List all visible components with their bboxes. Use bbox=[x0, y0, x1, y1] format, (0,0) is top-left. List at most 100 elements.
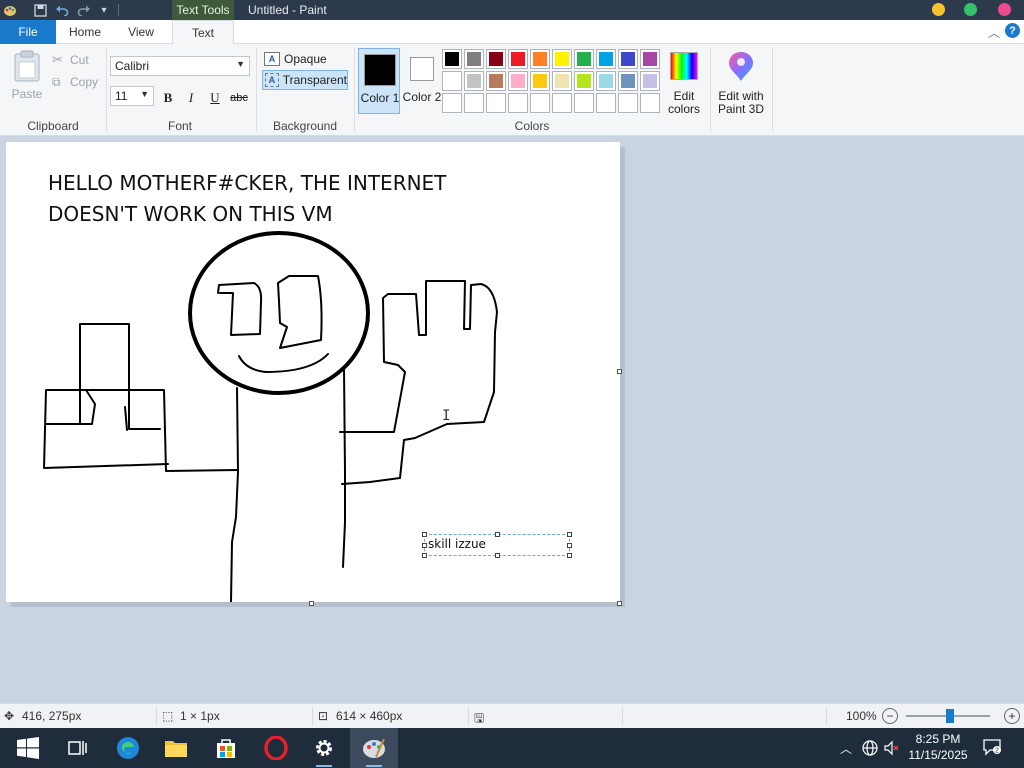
palette-swatch[interactable] bbox=[596, 71, 616, 91]
body-right bbox=[342, 367, 346, 568]
resize-handle-w[interactable] bbox=[422, 543, 427, 548]
palette-swatch[interactable] bbox=[486, 49, 506, 69]
font-size-select[interactable]: 11 ▼ bbox=[110, 86, 154, 106]
taskbar: ︿ 8:25 PM 11/15/2025 2 bbox=[0, 728, 1024, 768]
redo-icon[interactable] bbox=[76, 2, 92, 18]
canvas-resize-handle-corner[interactable] bbox=[617, 601, 622, 606]
palette-swatch[interactable] bbox=[618, 93, 638, 113]
show-hidden-icons-chevron[interactable]: ︿ bbox=[840, 740, 852, 757]
paint-app[interactable] bbox=[350, 728, 398, 768]
maximize-button[interactable] bbox=[964, 3, 977, 16]
network-globe-icon[interactable] bbox=[862, 740, 878, 759]
canvas-resize-handle-right[interactable] bbox=[617, 369, 622, 374]
clock-time: 8:25 PM bbox=[915, 732, 961, 746]
opaque-button[interactable]: A Opaque bbox=[262, 49, 348, 69]
edit-with-paint3d-button[interactable]: Edit with Paint 3D bbox=[714, 48, 768, 116]
start-button[interactable] bbox=[4, 728, 52, 768]
tab-text[interactable]: Text bbox=[172, 20, 234, 45]
system-clock[interactable]: 8:25 PM 11/15/2025 bbox=[906, 731, 970, 763]
edit-colors-button[interactable]: Edit colors bbox=[664, 48, 704, 116]
palette-swatch[interactable] bbox=[552, 71, 572, 91]
palette-swatch[interactable] bbox=[486, 71, 506, 91]
tab-file[interactable]: File bbox=[0, 20, 56, 44]
canvas-resize-handle-bottom[interactable] bbox=[309, 601, 314, 606]
drawing-canvas[interactable]: HELLO MOTHERF#CKER, THE INTERNET DOESN'T… bbox=[6, 142, 620, 602]
palette-swatch[interactable] bbox=[464, 71, 484, 91]
color1-button[interactable]: Color 1 bbox=[358, 48, 400, 114]
active-text-box[interactable]: skill izzue bbox=[422, 532, 572, 558]
palette-swatch[interactable] bbox=[442, 49, 462, 69]
resize-handle-se[interactable] bbox=[567, 553, 572, 558]
palette-swatch[interactable] bbox=[530, 93, 550, 113]
store-app[interactable] bbox=[202, 728, 250, 768]
palette-swatch[interactable] bbox=[596, 49, 616, 69]
collapse-ribbon-icon[interactable]: ︿ bbox=[988, 24, 1000, 41]
undo-icon[interactable] bbox=[54, 2, 70, 18]
palette-swatch[interactable] bbox=[442, 71, 462, 91]
ribbon-tab-bar: File Home View Text ︿ ? bbox=[0, 20, 1024, 45]
palette-swatch[interactable] bbox=[574, 49, 594, 69]
palette-swatch[interactable] bbox=[508, 71, 528, 91]
palette-swatch[interactable] bbox=[640, 49, 660, 69]
paint-app-icon[interactable] bbox=[2, 2, 18, 18]
notifications-icon[interactable]: 2 bbox=[982, 738, 1002, 759]
palette-swatch[interactable] bbox=[464, 49, 484, 69]
palette-swatch[interactable] bbox=[530, 71, 550, 91]
save-icon[interactable] bbox=[32, 2, 48, 18]
palette-swatch[interactable] bbox=[508, 93, 528, 113]
gear-icon bbox=[316, 740, 332, 756]
palette-swatch[interactable] bbox=[596, 93, 616, 113]
close-button[interactable] bbox=[998, 3, 1011, 16]
volume-muted-icon[interactable] bbox=[884, 740, 900, 759]
resize-handle-nw[interactable] bbox=[422, 532, 427, 537]
zoom-out-button[interactable]: − bbox=[882, 708, 898, 724]
resize-handle-sw[interactable] bbox=[422, 553, 427, 558]
italic-button[interactable]: I bbox=[181, 88, 201, 108]
font-group-label: Font bbox=[167, 119, 192, 133]
palette-color bbox=[621, 74, 635, 88]
palette-swatch[interactable] bbox=[574, 71, 594, 91]
tab-view[interactable]: View bbox=[118, 20, 164, 44]
resize-handle-n[interactable] bbox=[495, 532, 500, 537]
palette-swatch[interactable] bbox=[640, 93, 660, 113]
palette-swatch[interactable] bbox=[486, 93, 506, 113]
palette-swatch[interactable] bbox=[442, 93, 462, 113]
cut-button[interactable]: ✂ Cut bbox=[52, 52, 89, 68]
help-icon[interactable]: ? bbox=[1005, 23, 1020, 38]
right-arm-upper bbox=[339, 280, 498, 485]
font-family-select[interactable]: Calibri ▼ bbox=[110, 56, 250, 76]
windows-logo-icon bbox=[17, 737, 39, 759]
canvas-text-line2: DOESN'T WORK ON THIS VM bbox=[48, 202, 333, 226]
zoom-slider-thumb[interactable] bbox=[946, 709, 954, 723]
strikethrough-button[interactable]: abc bbox=[228, 88, 250, 108]
underline-button[interactable]: U bbox=[205, 88, 225, 108]
transparent-button[interactable]: A Transparent bbox=[262, 70, 348, 90]
zoom-in-button[interactable]: + bbox=[1004, 708, 1020, 724]
palette-swatch[interactable] bbox=[618, 71, 638, 91]
customize-toolbar-icon[interactable]: ▾ bbox=[96, 2, 112, 18]
settings-app[interactable] bbox=[300, 728, 348, 768]
palette-swatch[interactable] bbox=[530, 49, 550, 69]
edge-app[interactable] bbox=[104, 728, 152, 768]
palette-swatch[interactable] bbox=[618, 49, 638, 69]
palette-swatch[interactable] bbox=[508, 49, 528, 69]
paste-button[interactable]: Paste bbox=[8, 48, 46, 104]
transparent-label: Transparent bbox=[282, 73, 347, 87]
palette-swatch[interactable] bbox=[640, 71, 660, 91]
text-box-content[interactable]: skill izzue bbox=[428, 537, 486, 551]
bold-button[interactable]: B bbox=[158, 88, 178, 108]
opera-app[interactable] bbox=[252, 728, 300, 768]
palette-swatch[interactable] bbox=[552, 93, 572, 113]
copy-button[interactable]: ⧉ Copy bbox=[52, 74, 98, 90]
palette-swatch[interactable] bbox=[552, 49, 572, 69]
color2-button[interactable]: Color 2 bbox=[401, 48, 443, 114]
minimize-button[interactable] bbox=[932, 3, 945, 16]
palette-swatch[interactable] bbox=[464, 93, 484, 113]
resize-handle-s[interactable] bbox=[495, 553, 500, 558]
file-explorer-app[interactable] bbox=[152, 728, 200, 768]
tab-home[interactable]: Home bbox=[62, 20, 108, 44]
resize-handle-e[interactable] bbox=[567, 543, 572, 548]
resize-handle-ne[interactable] bbox=[567, 532, 572, 537]
task-view-button[interactable] bbox=[54, 728, 102, 768]
palette-swatch[interactable] bbox=[574, 93, 594, 113]
